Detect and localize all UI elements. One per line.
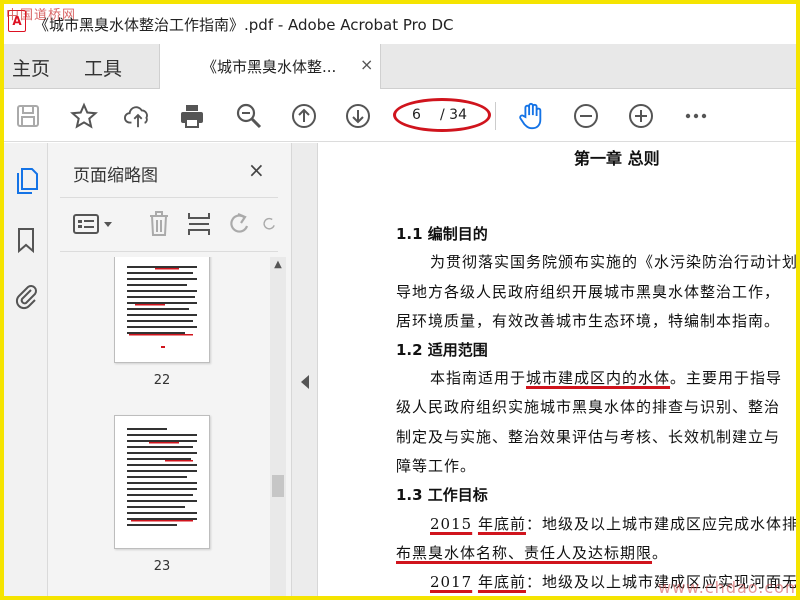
- section-heading: 1.1 编制目的: [396, 225, 488, 243]
- page-thumbnails-panel: 页面缩略图 × 22 23 ▲: [48, 143, 292, 596]
- tab-home[interactable]: 主页: [12, 54, 50, 81]
- text-line: 级人民政府组织实施城市黑臭水体的排查与识别、整治: [396, 398, 781, 416]
- text-line: 布黑臭水体名称、责任人及达标期限。: [396, 542, 668, 563]
- text-line: 2015 年底前：地级及以上城市建成区应完成水体排: [430, 513, 796, 534]
- underlined-text: 年底前: [477, 515, 526, 533]
- text-line: 本指南适用于城市建成区内的水体。主要用于指导: [430, 367, 782, 388]
- zoom-search-icon[interactable]: [235, 102, 263, 130]
- attachment-icon[interactable]: [12, 281, 40, 311]
- more-icon[interactable]: [682, 102, 710, 130]
- text-line: 制定及与实施、整治效果评估与考核、长效机制建立与: [396, 428, 781, 446]
- current-page-input[interactable]: 6: [412, 107, 421, 123]
- text-line: 为贯彻落实国务院颁布实施的《水污染防治行动计划: [430, 253, 796, 271]
- page-thumbnail-label: 23: [153, 559, 171, 574]
- panel-divider-2: [60, 251, 278, 252]
- thumbnail-scrollbar[interactable]: ▲: [270, 257, 286, 596]
- zoom-out-icon[interactable]: [572, 102, 600, 130]
- panel-title: 页面缩略图: [73, 166, 158, 186]
- text-span: ：地级及以上城市建成区应完成水体排: [525, 515, 796, 533]
- undo-icon[interactable]: [224, 209, 254, 239]
- watermark-bottom-right: www.chdao.com: [658, 578, 800, 597]
- text-line: 导地方各级人民政府组织开展城市黑臭水体整治工作，: [396, 283, 781, 301]
- left-navigation-rail: [4, 143, 48, 596]
- tab-bar: 主页 工具 《城市黑臭水体整... ×: [4, 44, 796, 89]
- redo-icon[interactable]: [260, 209, 278, 239]
- page-thumbnail-label: 22: [153, 373, 171, 388]
- underlined-text: 2015: [430, 515, 473, 533]
- star-icon[interactable]: [70, 102, 98, 130]
- toolbar-divider: [495, 102, 496, 130]
- chapter-heading: 第一章 总则: [574, 149, 660, 168]
- options-icon[interactable]: [72, 209, 116, 239]
- document-view[interactable]: 第一章 总则 1.1 编制目的 为贯彻落实国务院颁布实施的《水污染防治行动计划 …: [318, 143, 796, 596]
- text-span: 。主要用于指导: [670, 369, 783, 387]
- screenshot-frame: A 中国道桥网 《城市黑臭水体整治工作指南》.pdf - Adobe Acrob…: [0, 0, 800, 600]
- page-thumbnails-icon[interactable]: [12, 165, 40, 195]
- delete-icon[interactable]: [144, 209, 174, 239]
- title-bar: A 中国道桥网 《城市黑臭水体整治工作指南》.pdf - Adobe Acrob…: [4, 4, 796, 44]
- insert-page-icon[interactable]: [184, 209, 214, 239]
- underlined-text: 布黑臭水体名称、责任人及达标期限: [396, 544, 653, 562]
- window-title: 《城市黑臭水体整治工作指南》.pdf - Adobe Acrobat Pro D…: [34, 16, 454, 34]
- cloud-upload-icon[interactable]: [124, 102, 152, 130]
- underlined-text: 2017: [430, 573, 473, 591]
- panel-collapse-strip[interactable]: [292, 143, 318, 596]
- underlined-text: 年底前: [477, 573, 526, 591]
- page-thumbnail[interactable]: [114, 257, 210, 363]
- save-icon[interactable]: [14, 102, 42, 130]
- panel-toolbar: [60, 201, 278, 249]
- page-down-icon[interactable]: [344, 102, 372, 130]
- page-number-box[interactable]: 6 / 34: [400, 102, 490, 130]
- tab-document-label: 《城市黑臭水体整...: [202, 58, 337, 76]
- underlined-text: 城市建成区内的水体: [526, 369, 671, 387]
- text-span: 。: [652, 544, 669, 562]
- page-up-icon[interactable]: [290, 102, 318, 130]
- thumbnail-list: 22 23: [48, 257, 270, 596]
- section-heading: 1.3 工作目标: [396, 486, 488, 504]
- tab-tools[interactable]: 工具: [84, 54, 122, 81]
- close-tab-icon[interactable]: ×: [360, 55, 373, 74]
- bookmark-icon[interactable]: [12, 225, 40, 255]
- close-panel-icon[interactable]: ×: [248, 158, 265, 182]
- page-thumbnail[interactable]: [114, 415, 210, 549]
- section-heading: 1.2 适用范围: [396, 341, 488, 359]
- total-pages: / 34: [440, 107, 467, 123]
- panel-divider: [60, 197, 278, 198]
- text-span: 本指南适用于: [430, 369, 527, 387]
- text-line: 居环境质量，有效改善城市生态环境，特编制本指南。: [396, 312, 781, 330]
- toolbar: 6 / 34: [4, 90, 796, 142]
- print-icon[interactable]: [178, 102, 206, 130]
- scroll-up-icon[interactable]: ▲: [270, 259, 286, 273]
- collapse-arrow-icon[interactable]: [301, 375, 309, 389]
- hand-tool-icon[interactable]: [517, 102, 545, 130]
- tab-document[interactable]: 《城市黑臭水体整... ×: [159, 44, 381, 89]
- scrollbar-thumb[interactable]: [272, 475, 284, 497]
- zoom-in-icon[interactable]: [627, 102, 655, 130]
- text-line: 障等工作。: [396, 457, 477, 475]
